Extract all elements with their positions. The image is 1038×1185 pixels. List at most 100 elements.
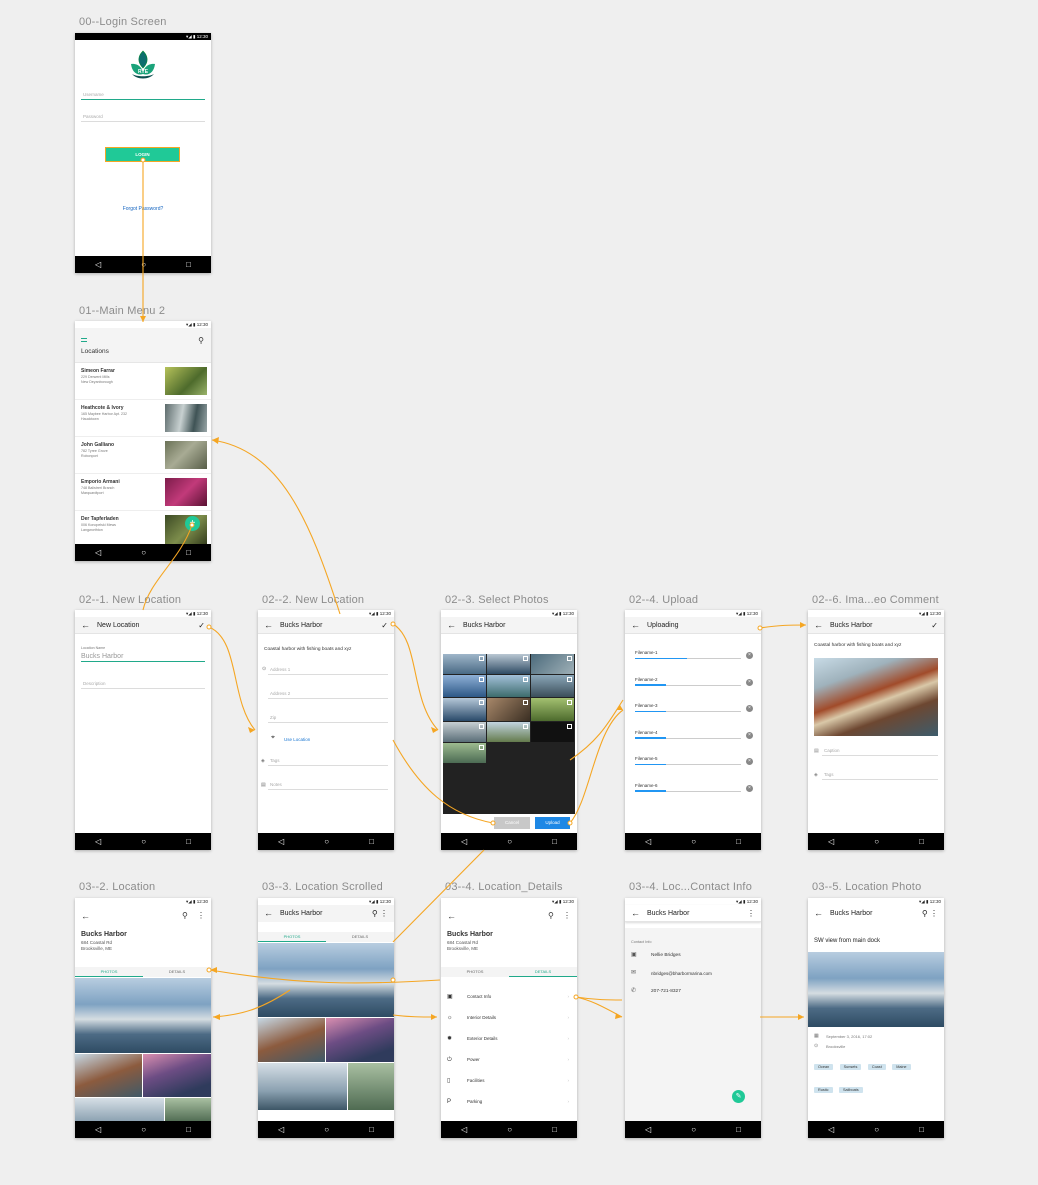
photo-tile[interactable] <box>258 1018 325 1062</box>
back-nav-icon[interactable]: ◁ <box>278 1125 284 1134</box>
back-nav-icon[interactable]: ◁ <box>645 837 651 846</box>
more-icon[interactable]: ⋮ <box>197 911 205 920</box>
home-nav-icon[interactable]: ○ <box>874 837 879 846</box>
login-button[interactable]: LOGIN <box>105 147 180 162</box>
recent-nav-icon[interactable]: □ <box>186 260 191 269</box>
contact-phone[interactable]: 207-721-8327 <box>651 989 681 994</box>
photo-tile[interactable] <box>75 978 211 1053</box>
recent-nav-icon[interactable]: □ <box>736 1125 741 1134</box>
photo-cell[interactable] <box>487 675 530 697</box>
search-more-icons[interactable]: ⚲ ⋮ <box>922 905 938 922</box>
check-icon[interactable]: ✓ <box>198 617 205 634</box>
tags-field[interactable]: Tags <box>268 756 388 766</box>
tab-photos[interactable]: PHOTOS <box>441 967 509 977</box>
detail-row[interactable]: ☼ Interior Details › <box>447 1013 573 1023</box>
tab-details[interactable]: DETAILS <box>326 932 394 942</box>
photo-cell[interactable] <box>531 698 574 721</box>
back-nav-icon[interactable]: ◁ <box>95 548 101 557</box>
detail-row[interactable]: ⏻ Power › <box>447 1055 573 1065</box>
list-item[interactable]: Simeon Farrar 229 Derwent Mills New Deya… <box>75 363 211 400</box>
photo-cell[interactable] <box>487 722 530 742</box>
back-nav-icon[interactable]: ◁ <box>828 837 834 846</box>
detail-row[interactable]: P Parking › <box>447 1097 573 1107</box>
password-field[interactable]: Password <box>81 112 205 122</box>
use-location-link[interactable]: Use Location <box>284 737 310 742</box>
photo-cell[interactable] <box>443 722 486 742</box>
back-arrow-icon[interactable]: ← <box>631 617 640 634</box>
photo-tile[interactable] <box>258 1063 347 1110</box>
cancel-upload-icon[interactable]: × <box>746 784 753 792</box>
photo-cell[interactable] <box>531 722 574 742</box>
photo-cell[interactable] <box>531 675 574 697</box>
back-arrow-icon[interactable]: ← <box>814 905 823 922</box>
back-nav-icon[interactable]: ◁ <box>645 1125 651 1134</box>
cancel-button[interactable]: Cancel <box>494 817 530 829</box>
cancel-upload-icon[interactable]: × <box>746 705 753 712</box>
notes-field[interactable]: Notes <box>268 780 388 790</box>
photo-tile[interactable] <box>143 1054 211 1097</box>
home-nav-icon[interactable]: ○ <box>874 1125 879 1134</box>
caption-field[interactable]: Caption <box>822 746 938 756</box>
cancel-upload-icon[interactable]: × <box>746 731 753 739</box>
list-item[interactable]: Emporio Armani 748 Balistreri Branch Mar… <box>75 474 211 511</box>
cancel-upload-icon[interactable]: × <box>746 678 753 686</box>
back-arrow-icon[interactable]: ← <box>814 617 823 634</box>
back-nav-icon[interactable]: ◁ <box>95 260 101 269</box>
recent-nav-icon[interactable]: □ <box>186 837 191 846</box>
search-icon[interactable]: ⚲ <box>548 911 554 920</box>
list-item[interactable]: Heathcote & Ivory 165 Maybee Harbor Apt.… <box>75 400 211 437</box>
recent-nav-icon[interactable]: □ <box>186 1125 191 1134</box>
photo-tile[interactable] <box>348 1063 394 1110</box>
home-nav-icon[interactable]: ○ <box>141 260 146 269</box>
more-icon[interactable]: ⋮ <box>747 905 755 922</box>
photo-tile[interactable] <box>75 1054 142 1097</box>
photo-tile[interactable] <box>165 1098 211 1122</box>
photo-tile[interactable] <box>75 1098 164 1122</box>
upload-button[interactable]: Upload <box>535 817 570 829</box>
address1-field[interactable]: Address 1 <box>268 665 388 675</box>
crosshair-icon[interactable]: ⌖ <box>271 734 275 742</box>
back-nav-icon[interactable]: ◁ <box>278 837 284 846</box>
recent-nav-icon[interactable]: □ <box>736 837 741 846</box>
photo-cell[interactable] <box>487 654 530 674</box>
list-item[interactable]: John Galliano 782 Tyree Grove Robonport <box>75 437 211 474</box>
home-nav-icon[interactable]: ○ <box>141 548 146 557</box>
cancel-upload-icon[interactable]: × <box>746 652 753 659</box>
photo-cell[interactable] <box>531 654 574 674</box>
username-field[interactable]: Username <box>81 90 205 100</box>
search-icon[interactable]: ⚲ <box>182 911 188 920</box>
tab-photos[interactable]: PHOTOS <box>258 932 326 942</box>
back-nav-icon[interactable]: ◁ <box>461 837 467 846</box>
home-nav-icon[interactable]: ○ <box>691 1125 696 1134</box>
back-nav-icon[interactable]: ◁ <box>828 1125 834 1134</box>
tag-chip[interactable]: Sunsets <box>839 1064 862 1070</box>
photo-tile[interactable] <box>258 943 394 1017</box>
address2-field[interactable]: Address 2 <box>268 689 388 699</box>
edit-button[interactable]: ✎ <box>732 1090 745 1103</box>
forgot-password-link[interactable]: Forgot Password? <box>75 206 211 212</box>
back-arrow-icon[interactable]: ← <box>447 617 456 634</box>
back-arrow-icon[interactable]: ← <box>81 617 90 634</box>
contact-email[interactable]: nbridges@bharbormarina.com <box>651 971 712 976</box>
back-arrow-icon[interactable]: ← <box>447 911 456 921</box>
tab-photos[interactable]: PHOTOS <box>75 967 143 977</box>
home-nav-icon[interactable]: ○ <box>507 1125 512 1134</box>
check-icon[interactable]: ✓ <box>381 617 388 634</box>
description-field[interactable]: Description <box>81 679 205 689</box>
recent-nav-icon[interactable]: □ <box>552 1125 557 1134</box>
tags-field[interactable]: Tags <box>822 770 938 780</box>
tag-chip[interactable]: Maine <box>892 1064 911 1070</box>
zip-field[interactable]: Zip <box>268 713 388 723</box>
back-nav-icon[interactable]: ◁ <box>95 1125 101 1134</box>
back-arrow-icon[interactable]: ← <box>631 905 640 922</box>
photo-cell[interactable] <box>443 654 486 674</box>
photo-tile[interactable] <box>326 1018 394 1062</box>
back-arrow-icon[interactable]: ← <box>264 905 273 922</box>
recent-nav-icon[interactable]: □ <box>186 548 191 557</box>
search-icon[interactable]: ⚲ <box>198 336 204 345</box>
detail-row[interactable]: ✹ Exterior Details › <box>447 1034 573 1044</box>
back-nav-icon[interactable]: ◁ <box>95 837 101 846</box>
detail-row[interactable]: ▣ Contact Info › <box>447 992 573 1002</box>
back-nav-icon[interactable]: ◁ <box>461 1125 467 1134</box>
hamburger-menu-icon[interactable] <box>81 338 87 342</box>
